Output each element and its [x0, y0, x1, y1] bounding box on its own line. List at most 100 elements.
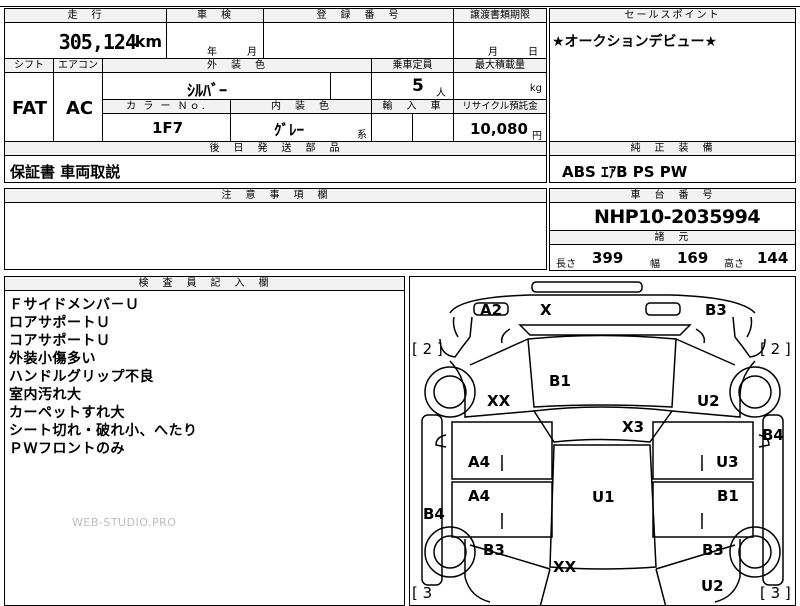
import-cell-a — [371, 113, 413, 142]
inspector-note: 室内汚れ大 — [9, 387, 82, 403]
specs-cell: 長さ 399 幅 169 高さ 144 — [549, 244, 796, 271]
exterior-color-value: ｼﾙﾊﾞｰ — [187, 81, 228, 100]
height-label: 高さ — [724, 259, 744, 270]
shift-cell: FAT — [4, 72, 54, 142]
inspector-cell: Ｆサイドメンバ－Ｕ ロアサポートＵ コアサポートＵ 外装小傷多いハンドルグリップ不良室… — [4, 290, 405, 606]
equipment-value: ABS ｴｱB PS PW — [562, 163, 688, 181]
inspection-year-unit: 年 — [207, 47, 217, 58]
recycle-header: リサイクル預託金 — [453, 99, 547, 114]
max-load-cell: kg — [453, 72, 547, 100]
recycle-cell: 10,080 円 — [453, 113, 547, 142]
aircon-value: AC — [66, 98, 94, 119]
label-u1: U1 — [592, 488, 615, 506]
notes-header: 注 意 事 項 欄 — [4, 188, 547, 203]
label-a4-lower: A4 — [468, 487, 491, 505]
height-value: 144 — [757, 249, 789, 267]
label-b1-right: B1 — [717, 487, 739, 505]
chassis-cell: NHP10-2035994 — [549, 202, 796, 231]
label-b3-right-low: B3 — [702, 541, 724, 559]
transfer-deadline-cell: 月 日 — [453, 22, 547, 59]
color-no-cell: 1F7 — [102, 113, 231, 142]
later-parts-header: 後 日 発 送 部 品 — [4, 141, 547, 156]
label-bracket-left-top: [ 2 ] — [412, 340, 443, 358]
top-strip — [0, 0, 800, 7]
mileage-cell: 305,124 km — [4, 22, 167, 59]
inspector-note: 外装小傷多い — [9, 351, 96, 367]
registration-cell — [263, 22, 454, 59]
label-bracket-right-bottom: [ 3 ] — [760, 584, 791, 602]
aircon-header: エアコン — [53, 58, 103, 73]
capacity-unit: 人 — [436, 88, 446, 99]
damage-diagram: A2 X B3 [ 2 ] [ 2 ] B1 XX U2 B4 X3 A4 U3… — [409, 276, 796, 606]
interior-color-suffix: 系 — [357, 130, 367, 141]
recycle-unit: 円 — [532, 131, 542, 142]
label-xx-bottom: XX — [553, 558, 577, 576]
later-parts-value: 保証書 車両取説 — [10, 163, 121, 181]
shift-value: FAT — [12, 98, 48, 119]
chassis-header: 車 台 番 号 — [549, 188, 796, 203]
width-value: 169 — [677, 249, 709, 267]
width-label: 幅 — [650, 259, 660, 270]
watermark: WEB-STUDIO.PRO — [72, 516, 177, 529]
inspector-lines: Ｆサイドメンバ－Ｕ ロアサポートＵ コアサポートＵ 外装小傷多いハンドルグリップ不良室… — [9, 296, 198, 458]
interior-color-cell: ｸﾞﾚｰ 系 — [230, 113, 372, 142]
label-b3-left: B3 — [483, 541, 505, 559]
exterior-color-header: 外 装 色 — [102, 58, 372, 73]
transfer-deadline-header: 譲渡書類期限 — [453, 8, 547, 23]
transfer-day-unit: 日 — [528, 47, 538, 58]
label-a4-upper: A4 — [468, 453, 491, 471]
label-a2: A2 — [480, 301, 503, 319]
interior-color-value: ｸﾞﾚｰ — [274, 121, 305, 139]
notes-cell — [4, 202, 547, 270]
label-x-top: X — [540, 301, 552, 319]
mileage-header: 走 行 — [4, 8, 167, 23]
specs-header: 諸 元 — [549, 230, 796, 245]
inspector-note: ハンドルグリップ不良 — [9, 369, 154, 385]
length-value: 399 — [592, 249, 624, 267]
transfer-month-unit: 月 — [488, 47, 498, 58]
max-load-header: 最大積載量 — [453, 58, 547, 73]
shift-header: シフト — [4, 58, 54, 73]
aircon-cell: AC — [53, 72, 103, 142]
label-b4-right: B4 — [762, 426, 784, 444]
mileage-value: 305,124 — [58, 30, 137, 54]
inspection-month-unit: 月 — [247, 47, 257, 58]
length-label: 長さ — [556, 259, 576, 270]
sales-point-text: ★オークションデビュー★ — [552, 34, 718, 50]
sales-point-header: セールスポイント — [549, 8, 796, 23]
color-no-value: 1F7 — [152, 119, 184, 137]
label-x3: X3 — [622, 418, 645, 436]
inspection-cell: 年 月 — [166, 22, 264, 59]
import-header: 輸 入 車 — [371, 99, 454, 114]
inspector-note: シート切れ・破れ小、へたり — [9, 423, 198, 439]
label-bracket-right-top: [ 2 ] — [760, 340, 791, 358]
chassis-value: NHP10-2035994 — [594, 206, 761, 228]
inspector-note: Ｆサイドメンバ－Ｕ — [9, 297, 140, 313]
label-u2-right: U2 — [697, 392, 720, 410]
import-cell-b — [412, 113, 454, 142]
inspector-note: ＰＷフロントのみ — [9, 441, 125, 457]
capacity-cell: 5 人 — [371, 72, 454, 100]
recycle-value: 10,080 — [470, 120, 528, 138]
mileage-unit: km — [134, 32, 162, 51]
label-xx-left: XX — [487, 392, 511, 410]
label-u2-bottom: U2 — [701, 577, 724, 595]
label-u3: U3 — [716, 453, 739, 471]
label-bracket-left-bottom: [ 3 — [412, 584, 433, 602]
later-parts-cell: 保証書 車両取説 — [4, 155, 547, 183]
inspector-note: ロアサポートＵ — [9, 315, 111, 331]
capacity-value: 5 — [412, 76, 424, 96]
label-b1-hood: B1 — [549, 372, 571, 390]
sales-point-cell: ★オークションデビュー★ — [549, 22, 796, 142]
max-load-unit: kg — [529, 83, 542, 94]
interior-color-header: 内 装 色 — [230, 99, 372, 114]
inspector-note: コアサポートＵ — [9, 333, 111, 349]
exterior-color-extra-cell — [330, 72, 372, 100]
exterior-color-cell: ｼﾙﾊﾞｰ — [102, 72, 331, 100]
color-no-header: カ ラ ー Ｎｏ. — [102, 99, 231, 114]
registration-header: 登 録 番 号 — [263, 8, 454, 23]
car-outline — [421, 281, 784, 605]
inspection-header: 車 検 — [166, 8, 264, 23]
equipment-cell: ABS ｴｱB PS PW — [549, 155, 796, 183]
inspector-header: 検 査 員 記 入 欄 — [4, 276, 405, 291]
